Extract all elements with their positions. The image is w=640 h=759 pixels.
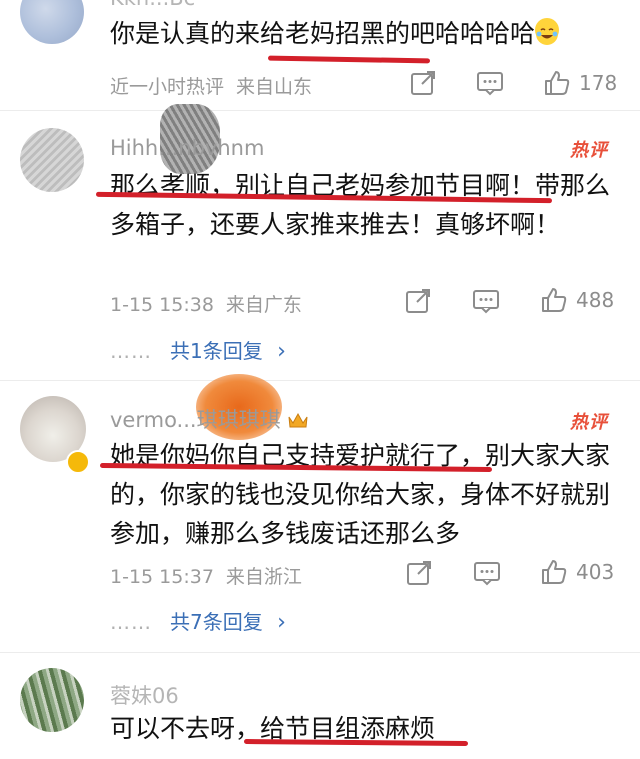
avatar[interactable]	[20, 0, 84, 44]
chevron-right-icon: ›	[277, 610, 286, 635]
share-button[interactable]	[410, 70, 436, 96]
like-icon	[542, 560, 567, 584]
avatar[interactable]	[20, 128, 84, 192]
comment-location: 来自浙江	[225, 566, 302, 588]
like-count: 403	[576, 560, 615, 584]
view-replies-link[interactable]: …… 共7条回复 ›	[110, 606, 286, 635]
comment-button[interactable]	[473, 560, 501, 586]
replies-dots: ……	[110, 610, 152, 634]
avatar[interactable]	[20, 668, 84, 732]
chevron-right-icon: ›	[277, 339, 286, 364]
vip-badge-icon	[66, 450, 90, 474]
like-icon	[542, 288, 567, 312]
comment-text-content: 你是认真的来给老妈招黑的吧哈哈哈哈	[110, 19, 536, 48]
comment-location: 来自山东	[236, 76, 313, 98]
comment-meta: 1-15 15:37 来自浙江	[110, 562, 302, 589]
comment-icon	[477, 72, 503, 96]
comment-location: 来自广东	[225, 294, 302, 316]
comment-icon	[474, 562, 500, 586]
highlight-underline	[267, 55, 431, 64]
comment-username[interactable]: Hihh...nbvhnm	[110, 136, 264, 160]
share-button[interactable]	[406, 560, 432, 586]
comment-text: 那么孝顺，别让自己老妈参加节目啊！带那么多箱子，还要人家推来推去！真够坏啊！	[110, 171, 611, 239]
divider	[0, 110, 640, 111]
comment-text: 她是你妈你自己支持爱护就行了，别大家大家的，你家的钱也没见你给大家，身体不好就别…	[110, 441, 611, 548]
hot-comment-badge: 热评	[570, 140, 608, 161]
laughing-tears-emoji	[535, 18, 560, 45]
divider	[0, 652, 640, 653]
comment-text: 你是认真的来给老妈招黑的吧哈哈哈哈	[110, 14, 610, 53]
hot-comment-badge: 热评	[570, 412, 608, 433]
comment-button[interactable]	[472, 288, 500, 314]
comment-meta: 近一小时热评 来自山东	[110, 72, 312, 99]
comment-icon	[473, 290, 499, 314]
replies-label: 共1条回复	[170, 339, 263, 363]
comment-username-text: vermo...琪琪琪琪	[110, 408, 281, 432]
like-button[interactable]: 488	[540, 286, 614, 314]
share-icon	[411, 71, 435, 95]
crown-icon	[287, 410, 309, 428]
comment-username[interactable]: vermo...琪琪琪琪	[110, 404, 309, 434]
replies-label: 共7条回复	[170, 610, 263, 634]
comment-username[interactable]: Kkh...Bc	[110, 0, 195, 10]
replies-dots: ……	[110, 339, 152, 363]
comment-meta: 1-15 15:38 来自广东	[110, 290, 302, 317]
comment-username[interactable]: 蓉妹06	[110, 680, 179, 710]
like-button[interactable]: 178	[543, 69, 617, 97]
view-replies-link[interactable]: …… 共1条回复 ›	[110, 335, 286, 364]
divider	[0, 380, 640, 381]
like-count: 178	[579, 71, 618, 95]
share-icon	[407, 561, 431, 585]
like-button[interactable]: 403	[540, 558, 614, 586]
comment-time: 1-15 15:38	[110, 294, 214, 316]
share-button[interactable]	[405, 288, 431, 314]
comment-button[interactable]	[476, 70, 504, 96]
like-icon	[545, 71, 570, 95]
like-count: 488	[576, 288, 615, 312]
comment-time: 近一小时热评	[110, 76, 225, 98]
comment-time: 1-15 15:37	[110, 566, 214, 588]
share-icon	[406, 289, 430, 313]
